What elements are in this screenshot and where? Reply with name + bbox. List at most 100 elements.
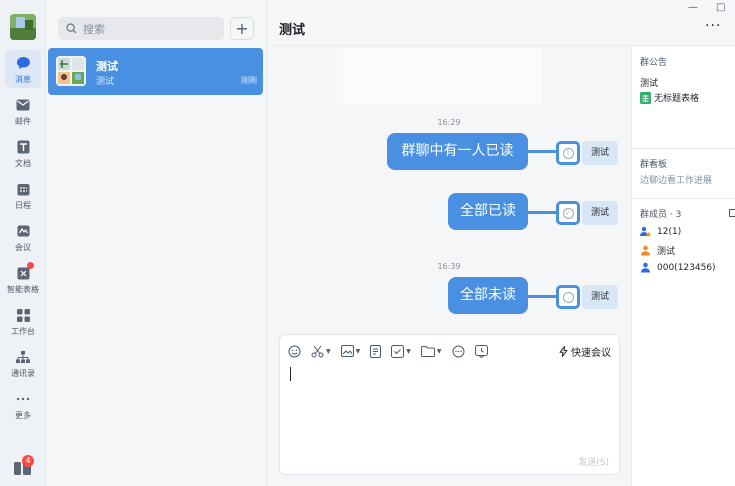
conversation-name: 测试 <box>96 60 118 73</box>
annotation-line <box>528 295 557 298</box>
nav-messages[interactable]: 消息 <box>0 50 46 90</box>
spreadsheet-icon <box>640 91 651 104</box>
group-board-subtitle[interactable]: 边聊边看工作进展 <box>640 173 712 186</box>
member-group-icon <box>640 226 651 237</box>
nav-docs[interactable]: 文档 <box>0 134 46 174</box>
unread-icon <box>562 291 574 303</box>
notice-attachment[interactable]: 无标题表格 <box>640 91 699 104</box>
message-composer[interactable]: ▼ ▼ ▼ ▼ 快速会议 发送(S) <box>279 334 620 475</box>
chevron-down-icon: ▼ <box>355 347 361 355</box>
message-timestamp: 16:39 <box>437 262 461 271</box>
folder-button[interactable]: ▼ <box>420 345 442 357</box>
calendar-icon <box>15 181 31 197</box>
search-icon <box>66 23 77 34</box>
member-name: 测试 <box>657 247 676 257</box>
group-avatar <box>56 56 86 86</box>
message-bubble[interactable]: 群聊中有一人已读 <box>387 133 528 170</box>
chevron-down-icon: ▼ <box>326 347 331 355</box>
message-bubble[interactable]: 全部未读 <box>448 277 528 314</box>
group-board-title: 群看板 <box>640 160 668 170</box>
nav-label: 通讯录 <box>11 369 35 378</box>
nav-contacts[interactable]: 通讯录 <box>0 344 46 384</box>
minimize-button[interactable]: — <box>688 2 698 13</box>
nav-label: 消息 <box>15 75 31 84</box>
group-notice-text[interactable]: 测试 <box>640 76 658 89</box>
nav-workbench[interactable]: 工作台 <box>0 302 46 342</box>
divider <box>632 198 735 199</box>
user-avatar[interactable] <box>10 14 36 40</box>
mail-icon <box>15 97 31 113</box>
nav-label: 工作台 <box>11 327 35 336</box>
conversation-list: 搜索 + 测试 测试 刚刚 <box>46 0 267 486</box>
read-status-indicator[interactable]: ✓ <box>556 201 580 225</box>
member-icon <box>640 262 651 273</box>
search-input[interactable]: 搜索 <box>58 17 224 40</box>
previous-message-placeholder <box>337 48 542 104</box>
text-cursor <box>290 367 291 381</box>
chat-bubble-icon <box>15 55 31 71</box>
quick-meeting-button[interactable]: 快速会议 <box>559 344 611 359</box>
more-tools-button[interactable] <box>452 345 465 358</box>
lightning-icon <box>559 346 568 357</box>
nav-label: 会议 <box>15 243 31 252</box>
group-info-panel: 群公告 测试 无标题表格 群看板 边聊边看工作进展 群成员 · 3 12(1) … <box>631 46 735 486</box>
chat-panel: 测试 — □ ··· 16:29 群聊中有一人已读 ! 测试 全部已读 ✓ 测试… <box>267 0 735 486</box>
nav-label: 邮件 <box>15 117 31 126</box>
screenshot-button[interactable]: ▼ <box>311 345 331 358</box>
annotation-line <box>528 211 557 214</box>
file-button[interactable] <box>370 344 382 358</box>
nav-meeting[interactable]: 会议 <box>0 218 46 258</box>
nav-label: 更多 <box>15 411 31 420</box>
search-placeholder: 搜索 <box>83 22 105 36</box>
member-item[interactable]: 测试 <box>640 244 675 257</box>
member-icon <box>640 245 651 256</box>
more-dots-icon <box>15 391 31 407</box>
image-icon <box>340 345 354 357</box>
quick-meeting-label: 快速会议 <box>571 348 611 359</box>
nav-mail[interactable]: 邮件 <box>0 92 46 132</box>
chat-header: 测试 — □ ··· <box>267 0 735 46</box>
add-button[interactable]: + <box>230 17 254 40</box>
annotation-line <box>528 150 557 153</box>
conversation-item[interactable]: 测试 测试 刚刚 <box>48 48 263 95</box>
todo-button[interactable]: ▼ <box>391 344 411 358</box>
member-manage-icon[interactable] <box>729 209 735 217</box>
nav-calendar[interactable]: 日程 <box>0 176 46 216</box>
nav-more[interactable]: 更多 <box>0 386 46 426</box>
folder-icon <box>420 346 435 357</box>
workbench-icon <box>15 307 31 323</box>
conversation-last-message: 测试 <box>96 77 115 87</box>
scissors-icon <box>311 345 324 357</box>
send-button[interactable]: 发送(S) <box>578 455 609 468</box>
file-icon <box>370 344 382 358</box>
more-circle-icon <box>452 345 464 357</box>
checkbox-icon <box>391 344 405 358</box>
nav-smart-sheet[interactable]: 智能表格 <box>0 260 46 300</box>
group-notice-title: 群公告 <box>640 58 668 68</box>
notification-dot <box>27 262 34 269</box>
chat-title: 测试 <box>279 23 306 38</box>
sender-name: 测试 <box>582 201 618 225</box>
message-bubble[interactable]: 全部已读 <box>448 193 528 230</box>
chevron-down-icon: ▼ <box>406 347 411 355</box>
nav-label: 文档 <box>15 159 31 168</box>
emoji-button[interactable] <box>288 345 301 358</box>
group-members-title: 群成员 · 3 <box>640 210 682 220</box>
read-status-indicator[interactable] <box>556 285 580 309</box>
meeting-icon <box>15 223 31 239</box>
nav-label: 日程 <box>15 201 31 210</box>
sender-name: 测试 <box>582 285 618 309</box>
maximize-button[interactable]: □ <box>716 2 725 13</box>
image-button[interactable]: ▼ <box>340 345 361 357</box>
history-button[interactable] <box>474 344 488 358</box>
attachment-name: 无标题表格 <box>654 94 700 104</box>
member-item[interactable]: 12(1) <box>640 226 681 237</box>
all-read-icon: ✓ <box>562 207 574 219</box>
member-item[interactable]: 000(123456) <box>640 262 716 273</box>
more-options-button[interactable]: ··· <box>705 18 721 34</box>
nav-label: 智能表格 <box>7 285 39 294</box>
read-status-indicator[interactable]: ! <box>556 141 580 165</box>
document-icon <box>15 139 31 155</box>
partial-read-icon: ! <box>562 147 574 159</box>
sender-name: 测试 <box>582 141 618 165</box>
